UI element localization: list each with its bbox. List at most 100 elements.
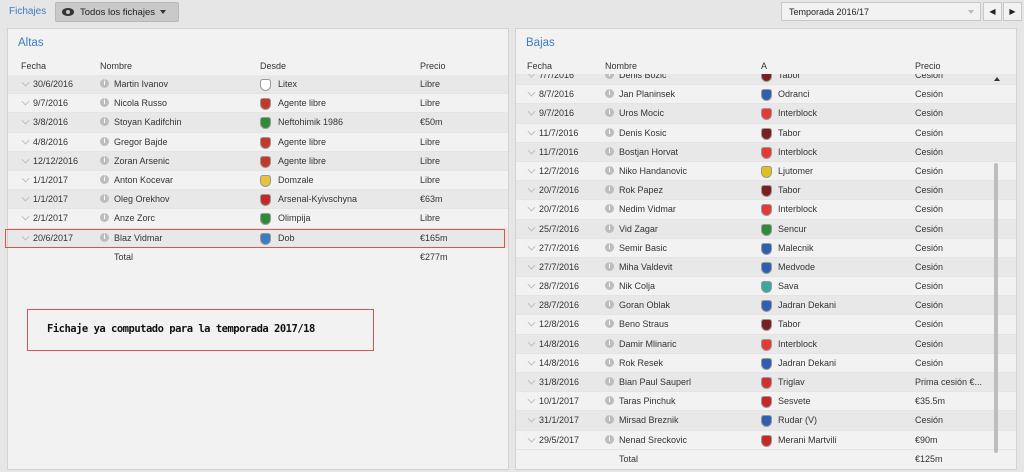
table-row[interactable]: 27/7/2016 i Miha Valdevit Medvode Cesión: [516, 257, 1016, 278]
club-name[interactable]: Agente libre: [278, 98, 326, 108]
club-name[interactable]: Arsenal-Kyivschyna: [278, 194, 357, 204]
info-icon[interactable]: i: [605, 165, 614, 175]
info-icon[interactable]: i: [605, 89, 614, 99]
header-precio[interactable]: Precio: [915, 61, 941, 71]
info-icon[interactable]: i: [605, 357, 614, 367]
table-row[interactable]: 31/1/2017 i Mirsad Breznik Rudar (V) Cesión: [516, 411, 1016, 431]
player-name[interactable]: Goran Oblak: [619, 300, 670, 310]
player-name[interactable]: Bian Paul Sauperl: [619, 377, 691, 387]
table-row[interactable]: 9/7/2016 i Nicola Russo Agente libre Libre: [8, 94, 508, 114]
header-precio[interactable]: Precio: [420, 61, 446, 71]
info-icon[interactable]: i: [100, 194, 109, 204]
transfer-filter-dropdown[interactable]: Todos los fichajes: [55, 2, 179, 22]
table-row[interactable]: 28/7/2016 i Goran Oblak Jadran Dekani Cesión: [516, 296, 1016, 316]
scroll-thumb[interactable]: [994, 163, 998, 453]
player-name[interactable]: Nik Colja: [619, 281, 655, 291]
table-row[interactable]: 10/1/2017 i Taras Pinchuk Sesvete €35.5m: [516, 392, 1016, 412]
info-icon[interactable]: i: [605, 434, 614, 444]
header-a[interactable]: A: [761, 61, 767, 71]
info-icon[interactable]: i: [605, 415, 614, 425]
info-icon[interactable]: i: [100, 79, 109, 88]
player-name[interactable]: Mirsad Breznik: [619, 415, 679, 425]
club-name[interactable]: Odranci: [778, 89, 810, 99]
next-season-button[interactable]: ▶: [1003, 2, 1022, 21]
club-name[interactable]: Jadran Dekani: [778, 358, 836, 368]
info-icon[interactable]: i: [605, 261, 614, 271]
info-icon[interactable]: i: [605, 204, 614, 214]
player-name[interactable]: Stoyan Kadifchin: [114, 117, 182, 127]
header-nombre[interactable]: Nombre: [605, 61, 637, 71]
info-icon[interactable]: i: [605, 377, 614, 386]
player-name[interactable]: Oleg Orekhov: [114, 194, 170, 204]
info-icon[interactable]: i: [100, 155, 109, 165]
player-name[interactable]: Damir Mlinaric: [619, 339, 677, 349]
table-row[interactable]: 12/12/2016 i Zoran Arsenic Agente libre Libr…: [8, 151, 508, 171]
club-name[interactable]: Rudar (V): [778, 415, 817, 425]
club-name[interactable]: Sencur: [778, 224, 807, 234]
info-icon[interactable]: i: [605, 338, 614, 348]
table-row[interactable]: 1/1/2017 i Oleg Orekhov Arsenal-Kyivschyna €…: [8, 190, 508, 210]
club-name[interactable]: Tabor: [778, 74, 801, 80]
table-row[interactable]: 12/7/2016 i Niko Handanovic Ljutomer Cesión: [516, 162, 1016, 182]
player-name[interactable]: Gregor Bajde: [114, 137, 168, 147]
table-row[interactable]: 11/7/2016 i Bostjan Horvat Interblock Cesión: [516, 142, 1016, 162]
table-row[interactable]: 4/8/2016 i Gregor Bajde Agente libre Libre: [8, 133, 508, 152]
info-icon[interactable]: i: [605, 185, 614, 195]
player-name[interactable]: Nenad Sreckovic: [619, 435, 687, 445]
player-name[interactable]: Denis Kosic: [619, 128, 667, 138]
club-name[interactable]: Domzale: [278, 175, 314, 185]
scrollbar[interactable]: [991, 73, 1001, 463]
table-row[interactable]: 14/8/2016 i Rok Resek Jadran Dekani Cesión: [516, 354, 1016, 373]
player-name[interactable]: Rok Resek: [619, 358, 663, 368]
player-name[interactable]: Semir Basic: [619, 243, 667, 253]
player-name[interactable]: Anze Zorc: [114, 213, 155, 223]
player-name[interactable]: Denis Bozic: [619, 74, 667, 80]
header-desde[interactable]: Desde: [260, 61, 286, 71]
table-row[interactable]: 3/8/2016 i Stoyan Kadifchin Neftohimik 1986…: [8, 113, 508, 133]
info-icon[interactable]: i: [605, 242, 614, 252]
scroll-up-icon[interactable]: [994, 77, 1000, 81]
info-icon[interactable]: i: [605, 281, 614, 291]
club-name[interactable]: Olimpija: [278, 213, 311, 223]
club-name[interactable]: Agente libre: [278, 156, 326, 166]
club-name[interactable]: Medvode: [778, 262, 815, 272]
info-icon[interactable]: i: [100, 117, 109, 127]
table-row[interactable]: 12/8/2016 i Beno Straus Tabor Cesión: [516, 315, 1016, 335]
club-name[interactable]: Tabor: [778, 185, 801, 195]
table-row[interactable]: 30/6/2016 i Martin Ivanov Litex Libre: [8, 75, 508, 95]
info-icon[interactable]: i: [605, 223, 614, 233]
season-select[interactable]: Temporada 2016/17: [781, 2, 981, 21]
player-name[interactable]: Bostjan Horvat: [619, 147, 678, 157]
player-name[interactable]: Miha Valdevit: [619, 262, 672, 272]
player-name[interactable]: Nedim Vidmar: [619, 204, 676, 214]
club-name[interactable]: Malecnik: [778, 243, 814, 253]
info-icon[interactable]: i: [100, 213, 109, 223]
info-icon[interactable]: i: [605, 127, 614, 137]
club-name[interactable]: Sesvete: [778, 396, 811, 406]
table-row[interactable]: 1/1/2017 i Anton Kocevar Domzale Libre: [8, 171, 508, 191]
club-name[interactable]: Merani Martvili: [778, 435, 837, 445]
table-row[interactable]: 20/7/2016 i Nedim Vidmar Interblock Cesión: [516, 200, 1016, 220]
player-name[interactable]: Beno Straus: [619, 319, 669, 329]
info-icon[interactable]: i: [100, 98, 109, 108]
player-name[interactable]: Anton Kocevar: [114, 175, 173, 185]
club-name[interactable]: Interblock: [778, 108, 817, 118]
club-name[interactable]: Sava: [778, 281, 799, 291]
table-row[interactable]: 28/7/2016 i Nik Colja Sava Cesión: [516, 277, 1016, 297]
player-name[interactable]: Jan Planinsek: [619, 89, 675, 99]
table-row[interactable]: 14/8/2016 i Damir Mlinaric Interblock Cesión: [516, 334, 1016, 354]
player-name[interactable]: Niko Handanovic: [619, 166, 687, 176]
info-icon[interactable]: i: [605, 146, 614, 156]
club-name[interactable]: Interblock: [778, 339, 817, 349]
player-name[interactable]: Martin Ivanov: [114, 79, 168, 89]
player-name[interactable]: Uros Mocic: [619, 108, 664, 118]
player-name[interactable]: Taras Pinchuk: [619, 396, 676, 406]
club-name[interactable]: Triglav: [778, 377, 805, 387]
info-icon[interactable]: i: [100, 136, 109, 146]
info-icon[interactable]: i: [605, 396, 614, 406]
info-icon[interactable]: i: [605, 300, 614, 310]
header-nombre[interactable]: Nombre: [100, 61, 132, 71]
club-name[interactable]: Ljutomer: [778, 166, 813, 176]
info-icon[interactable]: i: [605, 108, 614, 118]
info-icon[interactable]: i: [100, 174, 109, 184]
